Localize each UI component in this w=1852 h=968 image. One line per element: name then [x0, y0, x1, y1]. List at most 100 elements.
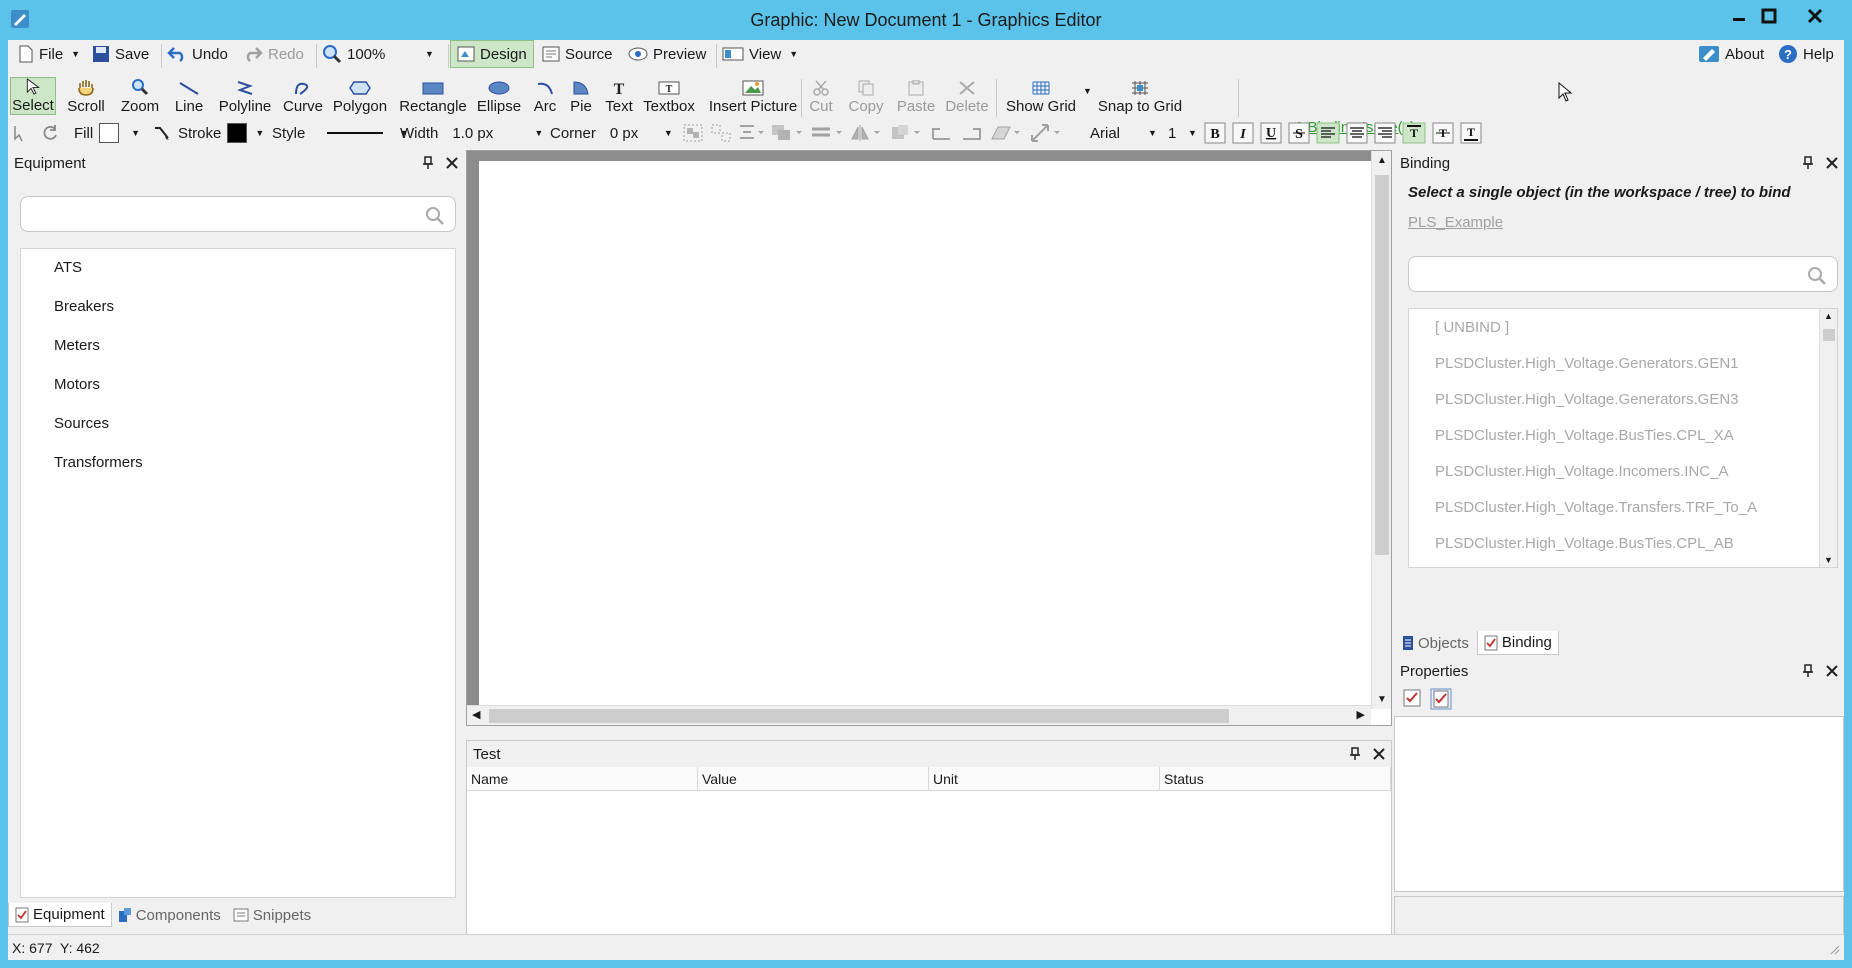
- categorized-icon[interactable]: [1402, 688, 1422, 708]
- close-icon[interactable]: [1826, 665, 1838, 677]
- align-left-icon[interactable]: [1316, 122, 1340, 144]
- polygon-tool[interactable]: Polygon: [330, 77, 390, 115]
- list-item[interactable]: PLSDCluster.High_Voltage.Generators.GEN3: [1435, 391, 1739, 408]
- order-icon[interactable]: [770, 123, 804, 143]
- text-tool[interactable]: T Text: [602, 77, 636, 115]
- select-tool[interactable]: Select: [10, 77, 56, 115]
- valign-top-icon[interactable]: T: [1402, 122, 1426, 144]
- help-button[interactable]: ? Help: [1778, 40, 1834, 68]
- tree-item[interactable]: Sources: [54, 415, 109, 432]
- list-item[interactable]: PLSDCluster.High_Voltage.Transfers.TRF_T…: [1435, 499, 1757, 516]
- align-icon[interactable]: [738, 123, 764, 143]
- tab-snippets[interactable]: Snippets: [227, 903, 317, 927]
- curve-tool[interactable]: Curve: [282, 77, 324, 115]
- tree-item[interactable]: Breakers: [54, 298, 114, 315]
- maximize-button[interactable]: [1750, 2, 1788, 30]
- alphabetical-icon[interactable]: [1430, 688, 1452, 710]
- horizontal-scroll-thumb[interactable]: [489, 709, 1229, 723]
- bold-icon[interactable]: B: [1204, 122, 1226, 144]
- zoom-combo[interactable]: 100% ▼: [322, 40, 434, 68]
- source-tab-button[interactable]: Source: [542, 40, 613, 68]
- scroll-tool[interactable]: Scroll: [64, 77, 108, 115]
- file-menu[interactable]: File ▼: [18, 40, 80, 68]
- delete-button[interactable]: Delete: [944, 77, 990, 115]
- italic-icon[interactable]: I: [1232, 122, 1254, 144]
- pls-example-link[interactable]: PLS_Example: [1408, 214, 1503, 231]
- close-icon[interactable]: [446, 157, 458, 169]
- distribute-icon[interactable]: [810, 123, 844, 143]
- valign-middle-icon[interactable]: T: [1432, 122, 1454, 144]
- tab-objects[interactable]: Objects: [1396, 631, 1475, 655]
- group-icon[interactable]: [682, 123, 704, 143]
- scroll-right-icon[interactable]: ▶: [1357, 708, 1365, 721]
- column-header-name[interactable]: Name: [467, 767, 698, 790]
- resize-icon[interactable]: [1030, 123, 1064, 143]
- font-family-combo[interactable]: Arial ▼: [1090, 120, 1157, 146]
- stroke-picker[interactable]: Stroke ▼: [152, 120, 264, 146]
- design-canvas[interactable]: ▲ ▼ ◀ ▶: [466, 150, 1392, 726]
- line-tool[interactable]: Line: [170, 77, 208, 115]
- scroll-up-icon[interactable]: ▲: [1824, 311, 1833, 321]
- list-item[interactable]: PLSDCluster.High_Voltage.Incomers.INC_A: [1435, 463, 1728, 480]
- copy-button[interactable]: Copy: [846, 77, 886, 115]
- fill-picker[interactable]: Fill ▼: [74, 120, 140, 146]
- resize-grip-icon[interactable]: [1828, 943, 1840, 955]
- redo-button[interactable]: Redo: [243, 40, 304, 68]
- design-tab-button[interactable]: Design: [450, 40, 534, 68]
- column-header-value[interactable]: Value: [698, 767, 929, 790]
- textbox-tool[interactable]: T Textbox: [642, 77, 696, 115]
- binding-list-scrollbar[interactable]: ▲ ▼: [1819, 309, 1837, 567]
- snap-to-grid-button[interactable]: Snap to Grid: [1094, 77, 1186, 115]
- list-item[interactable]: [ UNBIND ]: [1435, 319, 1509, 336]
- vertical-scrollbar[interactable]: ▲ ▼: [1371, 151, 1391, 709]
- rotate-right-icon[interactable]: [960, 123, 984, 143]
- tree-item[interactable]: Transformers: [54, 454, 143, 471]
- stroke-color-swatch[interactable]: [227, 123, 248, 143]
- strikethrough-icon[interactable]: S: [1288, 122, 1310, 144]
- format-select-arrow-button[interactable]: [12, 120, 32, 146]
- tab-binding[interactable]: Binding: [1476, 631, 1559, 655]
- flip-icon[interactable]: [850, 123, 884, 143]
- corner-field[interactable]: Corner 0 px ▼: [550, 120, 673, 146]
- close-icon[interactable]: [1373, 748, 1385, 760]
- font-size-combo[interactable]: 1 ▼: [1168, 120, 1197, 146]
- skew-icon[interactable]: [990, 123, 1024, 143]
- ungroup-icon[interactable]: [710, 123, 732, 143]
- horizontal-scrollbar[interactable]: ◀ ▶: [467, 705, 1371, 725]
- width-value[interactable]: 1.0 px: [452, 125, 526, 142]
- scroll-down-icon[interactable]: ▼: [1824, 555, 1833, 565]
- list-item[interactable]: PLSDCluster.High_Voltage.Generators.GEN1: [1435, 355, 1739, 372]
- preview-tab-button[interactable]: Preview: [628, 40, 706, 68]
- scroll-up-icon[interactable]: ▲: [1377, 155, 1387, 166]
- rectangle-tool[interactable]: Rectangle: [398, 77, 468, 115]
- pin-icon[interactable]: [422, 156, 434, 170]
- show-grid-dropdown[interactable]: ▼: [1080, 77, 1092, 105]
- ellipse-tool[interactable]: Ellipse: [476, 77, 522, 115]
- insert-picture-tool[interactable]: Insert Picture: [708, 77, 798, 115]
- zoom-tool[interactable]: Zoom: [118, 77, 162, 115]
- style-picker[interactable]: Style ▼: [272, 120, 408, 146]
- binding-scroll-thumb[interactable]: [1823, 329, 1835, 341]
- column-header-status[interactable]: Status: [1160, 767, 1391, 790]
- scroll-down-icon[interactable]: ▼: [1377, 694, 1387, 705]
- pie-tool[interactable]: Pie: [566, 77, 596, 115]
- polyline-tool[interactable]: Polyline: [216, 77, 274, 115]
- rotate-left-icon[interactable]: [930, 123, 954, 143]
- column-header-unit[interactable]: Unit: [929, 767, 1160, 790]
- cut-button[interactable]: Cut: [808, 77, 834, 115]
- close-window-button[interactable]: [1796, 2, 1834, 30]
- width-field[interactable]: Width 1.0 px ▼: [400, 120, 543, 146]
- tree-item[interactable]: Meters: [54, 337, 100, 354]
- close-icon[interactable]: [1826, 157, 1838, 169]
- paste-button[interactable]: Paste: [894, 77, 938, 115]
- save-button[interactable]: Save: [92, 40, 149, 68]
- valign-bottom-icon[interactable]: T: [1460, 122, 1482, 144]
- size-icon[interactable]: [890, 123, 924, 143]
- binding-search-input[interactable]: [1408, 256, 1838, 292]
- pin-icon[interactable]: [1802, 664, 1814, 678]
- tree-item[interactable]: Motors: [54, 376, 100, 393]
- arc-tool[interactable]: Arc: [530, 77, 560, 115]
- canvas-page[interactable]: [479, 161, 1371, 711]
- list-item[interactable]: PLSDCluster.High_Voltage.BusTies.CPL_XA: [1435, 427, 1734, 444]
- vertical-scroll-thumb[interactable]: [1375, 175, 1389, 555]
